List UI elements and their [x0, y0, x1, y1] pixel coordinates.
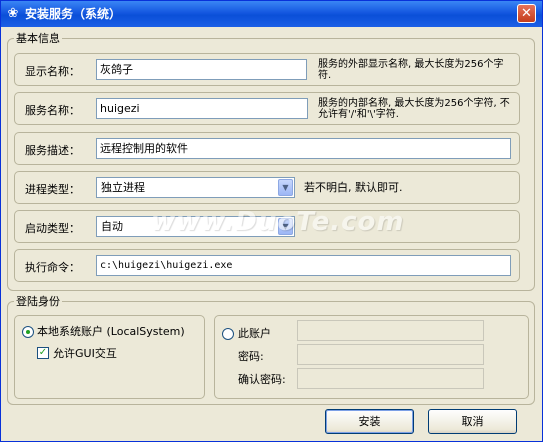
this-account-radio[interactable]	[222, 328, 234, 340]
service-name-label: 服务名称：	[25, 104, 80, 117]
process-type-hint: 若不明白, 默认即可.	[304, 181, 403, 194]
title-bar: ❀ 安装服务（系统） ✕	[1, 1, 542, 27]
confirm-password-input[interactable]	[297, 368, 484, 389]
local-system-label[interactable]: 本地系统账户 (LocalSystem)	[37, 325, 185, 338]
local-system-radio[interactable]	[22, 326, 34, 338]
password-input[interactable]	[297, 344, 484, 365]
exec-command-row: 执行命令： c:\huigezi\huigezi.exe	[14, 249, 520, 282]
password-label: 密码:	[238, 350, 264, 363]
display-name-hint: 服务的外部显示名称, 最大长度为256个字符.	[318, 59, 504, 81]
account-input[interactable]	[297, 320, 484, 341]
this-account-panel: 此账户 密码: 确认密码:	[214, 315, 529, 399]
process-type-row: 进程类型： 独立进程 ▼ 若不明白, 默认即可.	[14, 171, 520, 204]
start-type-label: 启动类型：	[25, 222, 80, 235]
description-row: 服务描述： 远程控制用的软件	[14, 132, 520, 165]
display-name-label: 显示名称：	[25, 65, 80, 78]
display-name-input[interactable]: 灰鸽子	[96, 59, 307, 80]
start-type-value: 自动	[101, 220, 123, 233]
service-name-row: 服务名称： huigezi 服务的内部名称, 最大长度为256个字符, 不允许有…	[14, 92, 520, 125]
install-button[interactable]: 安装	[325, 409, 414, 434]
logon-identity-group: 登陆身份 本地系统账户 (LocalSystem) ✓ 允许GUI交互 此账户 …	[7, 295, 535, 405]
process-type-select[interactable]: 独立进程 ▼	[96, 177, 295, 198]
exec-command-input[interactable]: c:\huigezi\huigezi.exe	[96, 255, 511, 276]
this-account-label[interactable]: 此账户	[238, 327, 271, 340]
service-name-hint: 服务的内部名称, 最大长度为256个字符, 不允许有'/'和'\'字符.	[318, 98, 510, 120]
process-type-label: 进程类型：	[25, 183, 80, 196]
basic-info-legend: 基本信息	[14, 32, 62, 45]
logon-legend: 登陆身份	[14, 295, 62, 308]
process-type-value: 独立进程	[101, 181, 145, 194]
service-name-input[interactable]: huigezi	[96, 98, 308, 119]
window-title: 安装服务（系统）	[25, 7, 122, 21]
watermark-text: www.DuoTe.com	[151, 207, 405, 237]
app-icon: ❀	[7, 6, 19, 21]
basic-info-group: 基本信息 显示名称： 灰鸽子 服务的外部显示名称, 最大长度为256个字符. 服…	[7, 32, 535, 291]
allow-gui-label[interactable]: 允许GUI交互	[53, 347, 117, 360]
local-system-panel: 本地系统账户 (LocalSystem) ✓ 允许GUI交互	[14, 315, 205, 399]
close-button[interactable]: ✕	[517, 4, 536, 23]
cancel-button[interactable]: 取消	[428, 409, 517, 434]
install-service-dialog: ❀ 安装服务（系统） ✕ 基本信息 显示名称： 灰鸽子 服务的外部显示名称, 最…	[0, 0, 543, 442]
exec-command-label: 执行命令：	[25, 261, 80, 274]
description-input[interactable]: 远程控制用的软件	[96, 138, 511, 159]
chevron-down-icon[interactable]: ▼	[278, 179, 293, 196]
allow-gui-checkbox[interactable]: ✓	[37, 347, 49, 359]
confirm-password-label: 确认密码:	[238, 373, 286, 386]
display-name-row: 显示名称： 灰鸽子 服务的外部显示名称, 最大长度为256个字符.	[14, 53, 520, 86]
description-label: 服务描述：	[25, 144, 80, 157]
